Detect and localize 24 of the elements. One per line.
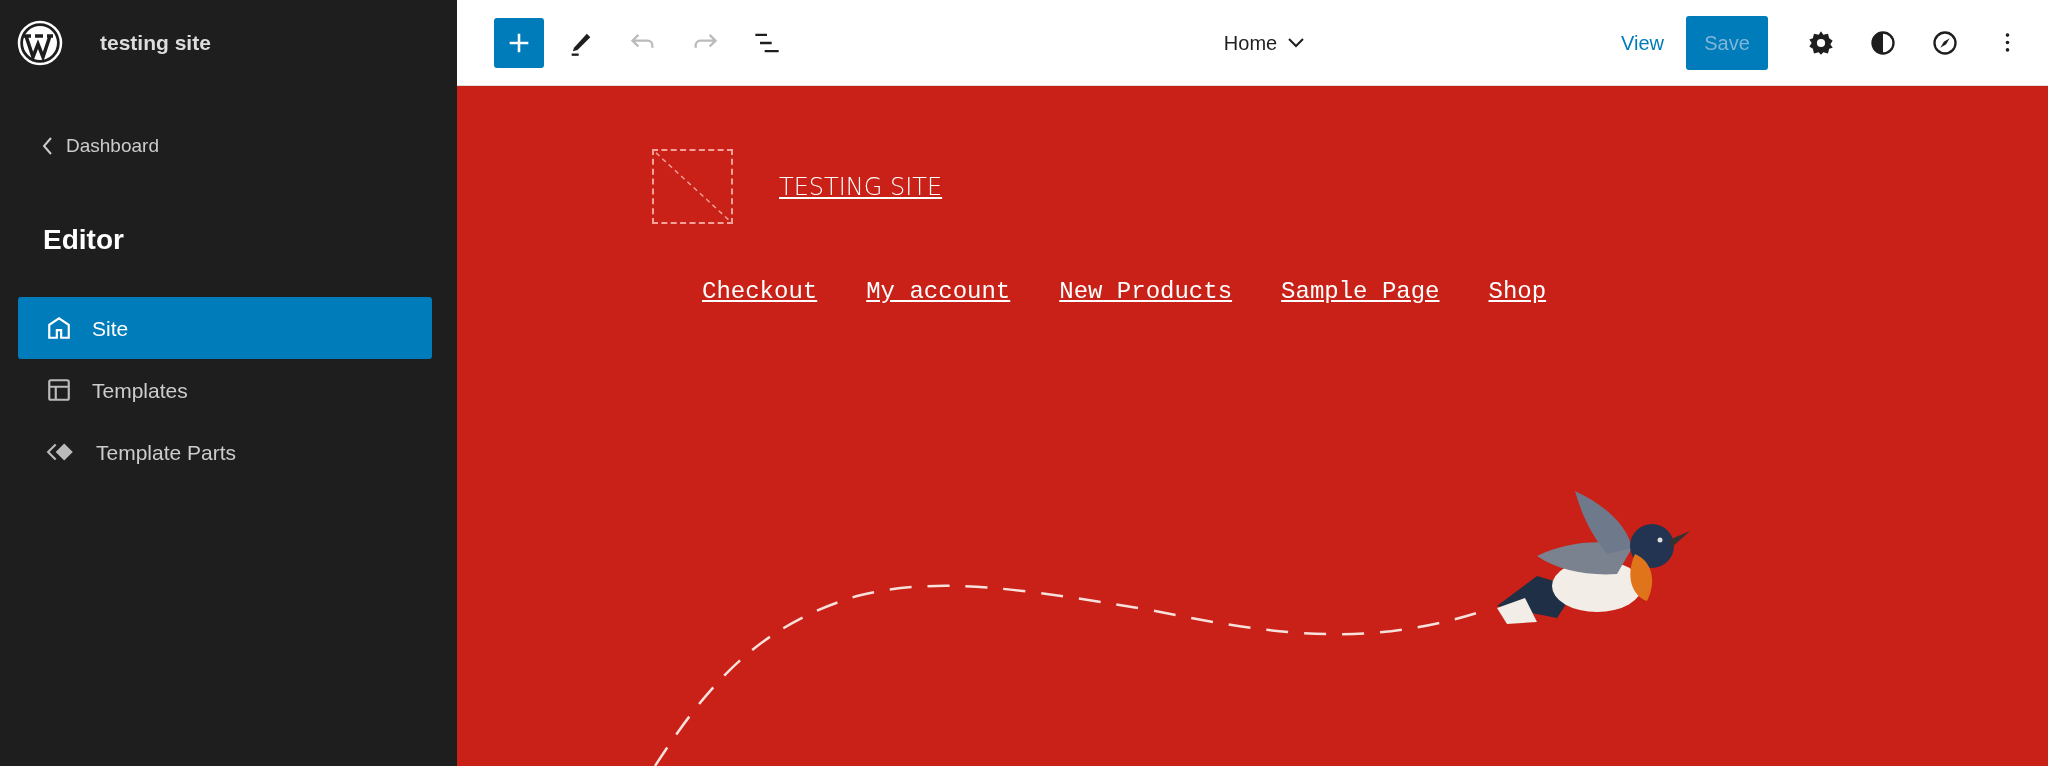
chevron-down-icon [1287,36,1306,49]
compass-icon [1931,28,1959,57]
nav-link[interactable]: Checkout [702,274,818,310]
layout-icon [46,377,72,404]
document-title-dropdown[interactable]: Home [1217,26,1312,59]
more-options-icon [2004,33,2010,52]
view-link[interactable]: View [1621,27,1664,58]
site-title-link[interactable]: TESTING SITE [779,168,943,205]
wordpress-logo[interactable] [17,20,63,66]
nav-link[interactable]: Shop [1488,274,1547,310]
sidebar-item[interactable]: Template Parts [18,421,432,484]
half-circle-icon [1869,28,1897,57]
add-block-button[interactable] [494,17,544,68]
sidebar-item[interactable]: Site [18,297,432,360]
nav-link[interactable]: New Products [1059,274,1233,310]
home-icon [46,315,72,342]
logo-placeholder[interactable] [652,149,733,224]
sidebar-item[interactable]: Templates [18,359,432,422]
chevron-left-icon [42,136,54,157]
nav-link[interactable]: Sample Page [1281,274,1440,310]
dashboard-link[interactable]: Dashboard [42,132,159,161]
site-title: testing site [100,30,211,57]
nav-link[interactable]: My account [866,274,1011,310]
editor-heading: Editor [43,223,125,258]
